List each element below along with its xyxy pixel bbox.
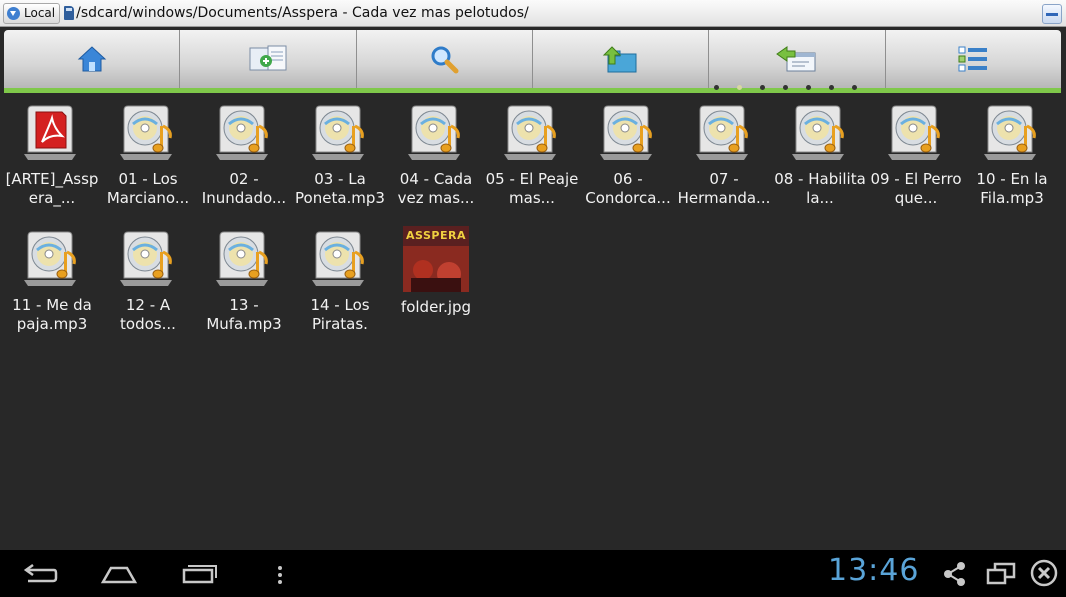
location-label: Local <box>24 6 56 20</box>
current-path: /sdcard/windows/Documents/Asspera - Cada… <box>76 5 529 21</box>
file-item[interactable]: 12 - A todos... <box>100 226 196 336</box>
window-back-icon <box>776 46 816 72</box>
file-name: 04 - Cada vez mas... <box>397 170 475 207</box>
file-name: 01 - Los Marciano... <box>106 170 190 207</box>
file-item[interactable]: 09 - El Perro que... <box>868 100 964 210</box>
page-indicator <box>714 85 857 90</box>
file-item[interactable]: 14 - Los Piratas. <box>292 226 388 336</box>
file-item[interactable]: 13 - Mufa.mp3 <box>196 226 292 336</box>
audio-file-icon <box>214 230 274 290</box>
chevron-down-icon <box>7 6 20 20</box>
audio-file-icon <box>502 104 562 164</box>
file-name: 14 - Los Piratas. <box>310 296 370 333</box>
file-item[interactable]: 01 - Los Marciano... <box>100 100 196 210</box>
file-name: 02 - Inundado... <box>201 170 287 207</box>
file-grid: [ARTE]_Asspera_... 01 - Los Marciano... 02… <box>4 100 1064 336</box>
file-name: 03 - La Poneta.mp3 <box>295 170 385 207</box>
audio-file-icon <box>694 104 754 164</box>
home-button[interactable] <box>4 30 181 88</box>
file-name: folder.jpg <box>400 298 472 316</box>
audio-file-icon <box>118 230 178 290</box>
file-name: 09 - El Perro que... <box>870 170 962 207</box>
recent-apps-icon[interactable] <box>181 558 219 588</box>
page-dot <box>737 85 742 90</box>
file-name: 10 - En la Fila.mp3 <box>976 170 1048 207</box>
file-name: 06 - Condorca... <box>585 170 671 207</box>
file-manager-app: Local /sdcard/windows/Documents/Asspera … <box>0 0 1066 597</box>
search-icon <box>431 46 459 74</box>
audio-file-icon <box>310 230 370 290</box>
image-thumbnail: ASSPERA <box>403 226 469 292</box>
file-item[interactable]: 06 - Condorca... <box>580 100 676 210</box>
home-nav-icon[interactable] <box>99 558 139 588</box>
file-name: [ARTE]_Asspera_... <box>5 170 99 207</box>
minus-icon <box>1046 12 1058 16</box>
list-view-button[interactable] <box>886 30 1061 88</box>
menu-icon[interactable] <box>274 558 286 588</box>
audio-file-icon <box>310 104 370 164</box>
page-dot <box>852 85 857 90</box>
collapse-button[interactable] <box>1042 4 1062 24</box>
audio-file-icon <box>598 104 658 164</box>
pdf-icon <box>22 104 82 164</box>
home-icon <box>77 46 106 72</box>
window-back-button[interactable] <box>709 30 886 88</box>
toolbar <box>4 30 1061 93</box>
file-item[interactable]: 07 - Hermanda... <box>676 100 772 210</box>
file-item[interactable]: 04 - Cada vez mas... <box>388 100 484 210</box>
file-name: 08 - Habilita la... <box>774 170 866 207</box>
file-name: 07 - Hermanda... <box>677 170 771 207</box>
file-item[interactable]: ASSPERA folder.jpg <box>388 226 484 336</box>
file-item[interactable]: 02 - Inundado... <box>196 100 292 210</box>
file-item[interactable]: 10 - En la Fila.mp3 <box>964 100 1060 210</box>
page-dot <box>760 85 765 90</box>
page-dot <box>806 85 811 90</box>
back-icon[interactable] <box>20 558 58 588</box>
copy-add-button[interactable] <box>180 30 357 88</box>
folder-up-button[interactable] <box>533 30 710 88</box>
audio-file-icon <box>22 230 82 290</box>
audio-file-icon <box>982 104 1042 164</box>
file-item[interactable]: [ARTE]_Asspera_... <box>4 100 100 210</box>
audio-file-icon <box>214 104 274 164</box>
list-view-icon <box>958 46 988 72</box>
page-dot <box>714 85 719 90</box>
file-name: 13 - Mufa.mp3 <box>206 296 282 333</box>
copy-add-icon <box>249 45 287 71</box>
share-icon[interactable] <box>941 558 969 588</box>
file-item[interactable]: 03 - La Poneta.mp3 <box>292 100 388 210</box>
location-dropdown[interactable]: Local <box>3 2 61 24</box>
audio-file-icon <box>886 104 946 164</box>
file-name: 12 - A todos... <box>120 296 176 333</box>
window-mode-icon[interactable] <box>985 558 1017 588</box>
file-item[interactable]: 05 - El Peaje mas... <box>484 100 580 210</box>
file-name: 05 - El Peaje mas... <box>485 170 579 207</box>
search-button[interactable] <box>357 30 533 88</box>
page-dot <box>783 85 788 90</box>
audio-file-icon <box>790 104 850 164</box>
close-icon[interactable] <box>1029 558 1059 588</box>
page-dot <box>829 85 834 90</box>
file-name: 11 - Me da paja.mp3 <box>12 296 92 333</box>
audio-file-icon <box>118 104 178 164</box>
sdcard-icon <box>64 6 75 20</box>
path-bar: Local /sdcard/windows/Documents/Asspera … <box>0 0 1066 27</box>
audio-file-icon <box>406 104 466 164</box>
thumbnail-text: ASSPERA <box>406 229 466 242</box>
file-item[interactable]: 11 - Me da paja.mp3 <box>4 226 100 336</box>
clock: 13:46 <box>828 553 920 588</box>
folder-up-icon <box>602 46 637 73</box>
file-item[interactable]: 08 - Habilita la... <box>772 100 868 210</box>
